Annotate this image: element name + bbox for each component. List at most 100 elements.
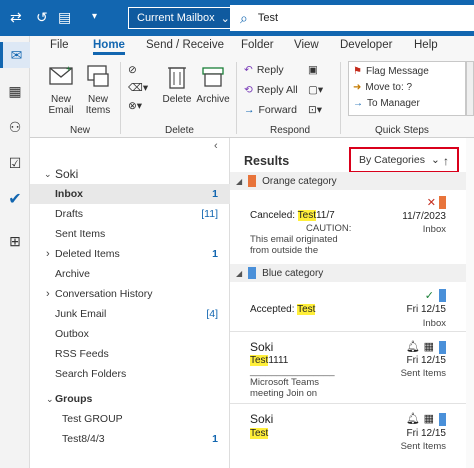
group-label-new: New	[70, 125, 91, 136]
folder-item[interactable]: › Deleted Items 1	[30, 244, 230, 264]
category-group-header[interactable]: ◢ Blue category	[230, 264, 474, 282]
archive-label: Archive	[196, 94, 230, 105]
message-list-scrollbar[interactable]	[466, 138, 474, 468]
undo-icon[interactable]: ↺	[36, 10, 48, 24]
results-title: Results	[244, 154, 290, 168]
search-icon: ⌕	[240, 9, 248, 26]
todo-check-icon[interactable]: ✔	[0, 186, 30, 212]
tab-help[interactable]: Help	[414, 39, 438, 51]
to-manager-icon: →	[353, 98, 363, 109]
ribbon-divider	[120, 62, 121, 134]
more-respond-icon[interactable]: ⊡▾	[308, 104, 322, 116]
groups-label: Groups	[55, 393, 93, 405]
reply-all-button[interactable]: ⟲ Reply All	[244, 84, 298, 96]
tab-home[interactable]: Home	[93, 39, 125, 55]
mail-subject: Test1111	[250, 355, 288, 366]
quick-step-flag-message[interactable]: ⚑ Flag Message	[353, 66, 429, 77]
chevron-down-icon: ⌄	[430, 154, 440, 166]
mail-date: Fri 12/15	[406, 304, 446, 315]
folder-item[interactable]: Search Folders	[30, 364, 230, 384]
reply-button[interactable]: ↶ Reply	[244, 64, 284, 76]
tasks-icon[interactable]: ☑	[0, 150, 30, 176]
group-item-label: Test8/4/3	[62, 433, 105, 445]
ignore-icon[interactable]: ⊘	[128, 64, 137, 76]
account-root[interactable]: ⌄ Soki	[30, 164, 230, 184]
mail-item[interactable]: Soki Test 🔔︎ ▦ Fri 12/15 Sent Items	[230, 406, 474, 468]
folder-item[interactable]: Junk Email [4]	[30, 304, 230, 324]
folder-item[interactable]: Sent Items	[30, 224, 230, 244]
mail-item[interactable]: Canceled: Test11/7 CAUTION: This email o…	[230, 190, 474, 270]
search-highlight: Test	[250, 428, 269, 439]
category-color-swatch	[248, 267, 257, 279]
category-group-header[interactable]: ◢ Orange category	[230, 172, 474, 190]
meeting-icon[interactable]: ▣	[308, 64, 318, 76]
ribbon-tabs: File Home Send / Receive Folder View Dev…	[30, 36, 474, 58]
search-highlight: Test	[250, 355, 269, 366]
folder-item[interactable]: Inbox 1	[30, 184, 230, 204]
teams-icon[interactable]: ▢▾	[308, 84, 323, 96]
delete-button[interactable]: Delete	[160, 62, 194, 105]
category-name: Blue category	[262, 267, 324, 279]
groups-header[interactable]: ⌄ Groups	[30, 389, 230, 409]
quick-step-move-to[interactable]: ➜ Move to: ?	[353, 82, 412, 93]
collapse-pane-icon[interactable]: ‹	[214, 140, 218, 152]
to-manager-label: To Manager	[367, 98, 420, 109]
search-highlight: Test	[297, 210, 316, 221]
tab-view[interactable]: View	[294, 39, 319, 51]
new-email-button[interactable]: + New Email	[44, 62, 78, 116]
clean-up-icon[interactable]: ⌫▾	[128, 82, 148, 94]
tab-file[interactable]: File	[50, 39, 69, 51]
group-label-quick-steps: Quick Steps	[375, 125, 429, 136]
folder-count: [4]	[206, 308, 218, 320]
message-list-pane: Results By Categories ⌄ ↑ ◢ Orange categ…	[230, 138, 474, 468]
folder-item-label: Conversation History	[55, 288, 153, 300]
quick-steps-scroll[interactable]	[466, 61, 474, 116]
mailbox-label: Current Mailbox	[137, 12, 215, 24]
current-mailbox-scope[interactable]: Current Mailbox ⌄	[128, 7, 239, 29]
mail-icon[interactable]: ✉	[0, 42, 30, 68]
sort-direction-icon[interactable]: ↑	[443, 154, 449, 168]
tab-folder[interactable]: Folder	[241, 39, 274, 51]
calendar-icon[interactable]: ▦	[0, 78, 30, 104]
quick-access-dropdown-icon[interactable]: ▤	[58, 10, 71, 24]
chevron-down-icon: ⌄	[220, 12, 230, 25]
archive-button[interactable]: Archive	[194, 62, 232, 105]
forward-button[interactable]: → Forward	[244, 104, 297, 116]
group-item[interactable]: Test GROUP	[30, 409, 230, 429]
forward-icon: →	[244, 104, 255, 116]
customize-toolbar-icon[interactable]: ▾	[92, 10, 97, 24]
new-items-button[interactable]: New Items	[80, 62, 116, 116]
apps-icon[interactable]: ⊞	[0, 228, 30, 254]
folder-item[interactable]: Drafts [11]	[30, 204, 230, 224]
group-item[interactable]: Test8/4/3 1	[30, 429, 230, 449]
junk-icon[interactable]: ⊗▾	[128, 100, 142, 112]
search-input[interactable]: ⌕ Test	[230, 5, 474, 31]
new-email-icon: +	[49, 64, 73, 85]
mail-date: Fri 12/15	[406, 355, 446, 366]
folder-item[interactable]: RSS Feeds	[30, 344, 230, 364]
mail-sender: Soki	[250, 340, 274, 354]
mail-item[interactable]: Soki Test1111 ________________ Microsoft…	[230, 334, 474, 404]
new-items-label: New Items	[85, 94, 111, 116]
folder-item-label: Drafts	[55, 208, 84, 220]
people-icon[interactable]: ⚇	[0, 114, 30, 140]
sort-label: By Categories	[359, 154, 425, 166]
mail-folder: Inbox	[422, 224, 446, 235]
group-label-delete: Delete	[165, 125, 194, 136]
reply-icon: ↶	[244, 64, 253, 76]
tab-developer[interactable]: Developer	[340, 39, 392, 51]
delete-label: Delete	[162, 94, 192, 105]
folder-item-label: Deleted Items	[55, 248, 120, 260]
tab-send-receive[interactable]: Send / Receive	[146, 39, 224, 51]
folder-item[interactable]: Outbox	[30, 324, 230, 344]
reply-all-icon: ⟲	[244, 84, 253, 96]
canceled-meeting-icon: ✕	[426, 197, 436, 209]
mail-subject: Accepted: Test	[250, 304, 316, 315]
quick-step-to-manager[interactable]: → To Manager	[353, 98, 420, 109]
chevron-right-icon[interactable]: ›	[46, 288, 50, 300]
mail-item[interactable]: Accepted: Test ✓ Fri 12/15 Inbox	[230, 282, 474, 332]
chevron-right-icon[interactable]: ›	[46, 248, 50, 260]
send-receive-icon[interactable]: ⇄	[10, 10, 22, 24]
folder-item[interactable]: › Conversation History	[30, 284, 230, 304]
folder-item[interactable]: Archive	[30, 264, 230, 284]
